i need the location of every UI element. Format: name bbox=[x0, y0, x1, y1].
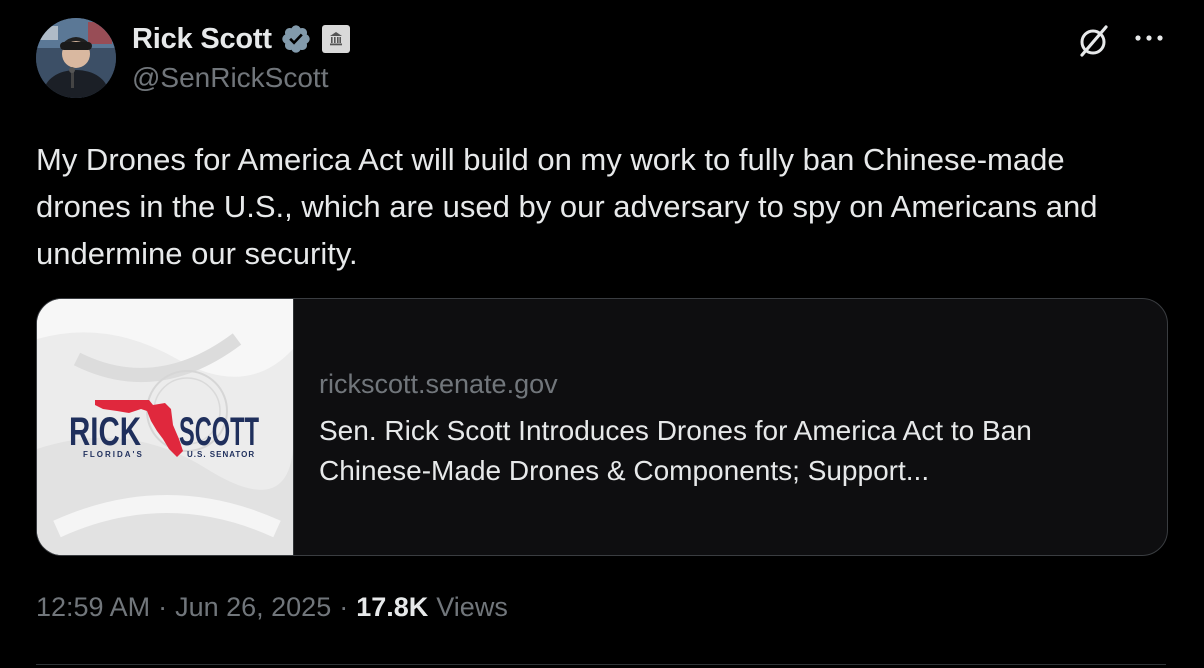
logo-left-word: RICK bbox=[69, 410, 141, 454]
tweet-meta: 12:59 AM · Jun 26, 2025 · 17.8K Views bbox=[36, 592, 508, 623]
card-divider bbox=[293, 299, 294, 555]
logo-right-word: SCOTT bbox=[179, 410, 259, 454]
government-building-glyph bbox=[329, 32, 342, 46]
author-row: Rick Scott bbox=[132, 20, 350, 58]
avatar[interactable] bbox=[36, 18, 116, 98]
tweet-date[interactable]: Jun 26, 2025 bbox=[175, 592, 331, 623]
meta-separator: · bbox=[158, 592, 168, 622]
card-title[interactable]: Sen. Rick Scott Introduces Drones for Am… bbox=[319, 411, 1139, 491]
verified-badge-icon[interactable] bbox=[280, 23, 312, 55]
link-card[interactable]: RICK SCOTT FLORIDA'S U.S. SENATOR ricksc… bbox=[36, 298, 1168, 556]
more-icon[interactable] bbox=[1132, 28, 1166, 48]
logo-left-sub: FLORIDA'S bbox=[83, 450, 144, 459]
views-label[interactable]: Views bbox=[436, 592, 508, 623]
card-domain[interactable]: rickscott.senate.gov bbox=[319, 369, 558, 400]
card-thumbnail: RICK SCOTT FLORIDA'S U.S. SENATOR bbox=[37, 299, 293, 555]
tweet-time[interactable]: 12:59 AM bbox=[36, 592, 150, 623]
avatar-photo bbox=[36, 18, 116, 98]
author-name[interactable]: Rick Scott bbox=[132, 23, 272, 56]
divider bbox=[36, 664, 1166, 665]
government-building-icon[interactable] bbox=[321, 25, 350, 53]
author-handle[interactable]: @SenRickScott bbox=[132, 62, 329, 94]
logo-right-sub: U.S. SENATOR bbox=[187, 450, 255, 459]
tweet-text: My Drones for America Act will build on … bbox=[36, 142, 1098, 271]
rick-scott-logo: RICK SCOTT FLORIDA'S U.S. SENATOR bbox=[37, 299, 293, 555]
meta-separator-2: · bbox=[339, 592, 349, 622]
grok-icon[interactable] bbox=[1074, 22, 1112, 60]
views-count[interactable]: 17.8K bbox=[356, 592, 428, 623]
